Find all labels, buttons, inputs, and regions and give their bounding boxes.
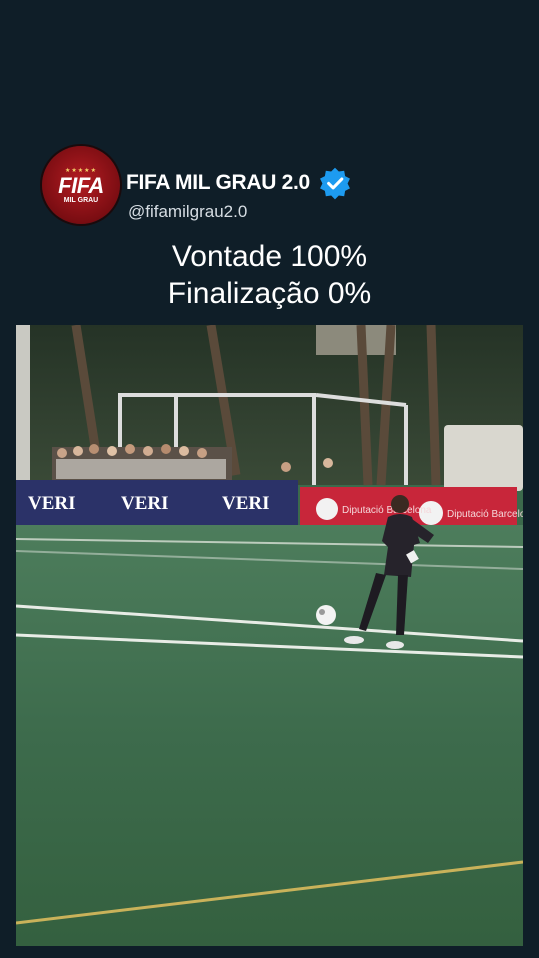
post-header: ★★★★★ FIFA MIL GRAU FIFA MIL GRAU 2.0 @f… <box>42 144 502 228</box>
profile-avatar[interactable]: ★★★★★ FIFA MIL GRAU <box>42 146 120 224</box>
soccer-ball <box>316 605 336 625</box>
ad-board-text-3: VERI <box>222 493 270 514</box>
ad-board-red-text-1: Diputació Barcelona <box>342 505 432 516</box>
ad-board-text-2: VERI <box>121 493 169 514</box>
pitch <box>16 525 523 946</box>
ad-board-text-1: VERI <box>28 493 76 514</box>
avatar-logo: FIFA <box>58 173 104 198</box>
video-frame[interactable]: VERI VERI VERI Diputació Barcelona Diput… <box>16 325 523 946</box>
avatar-sub: MIL GRAU <box>63 197 99 204</box>
sky-patch <box>316 325 396 355</box>
caption: Vontade 100% Finalização 0% <box>0 238 539 312</box>
pole-left <box>16 325 30 485</box>
soccer-ball-spot <box>319 609 325 615</box>
ad-board-logo-1 <box>316 498 338 520</box>
video-scene: VERI VERI VERI Diputació Barcelona Diput… <box>16 325 523 946</box>
verified-badge-icon <box>319 167 350 200</box>
ad-board-red-text-2: Diputació Barcelona <box>447 509 523 520</box>
handle[interactable]: @fifamilgrau2.0 <box>128 202 247 222</box>
display-name[interactable]: FIFA MIL GRAU 2.0 <box>126 171 310 195</box>
caption-line-1: Vontade 100% <box>171 240 368 273</box>
name-row: FIFA MIL GRAU 2.0 <box>126 166 352 200</box>
caption-line-2: Finalização 0% <box>167 277 372 310</box>
parked-van <box>444 425 523 491</box>
